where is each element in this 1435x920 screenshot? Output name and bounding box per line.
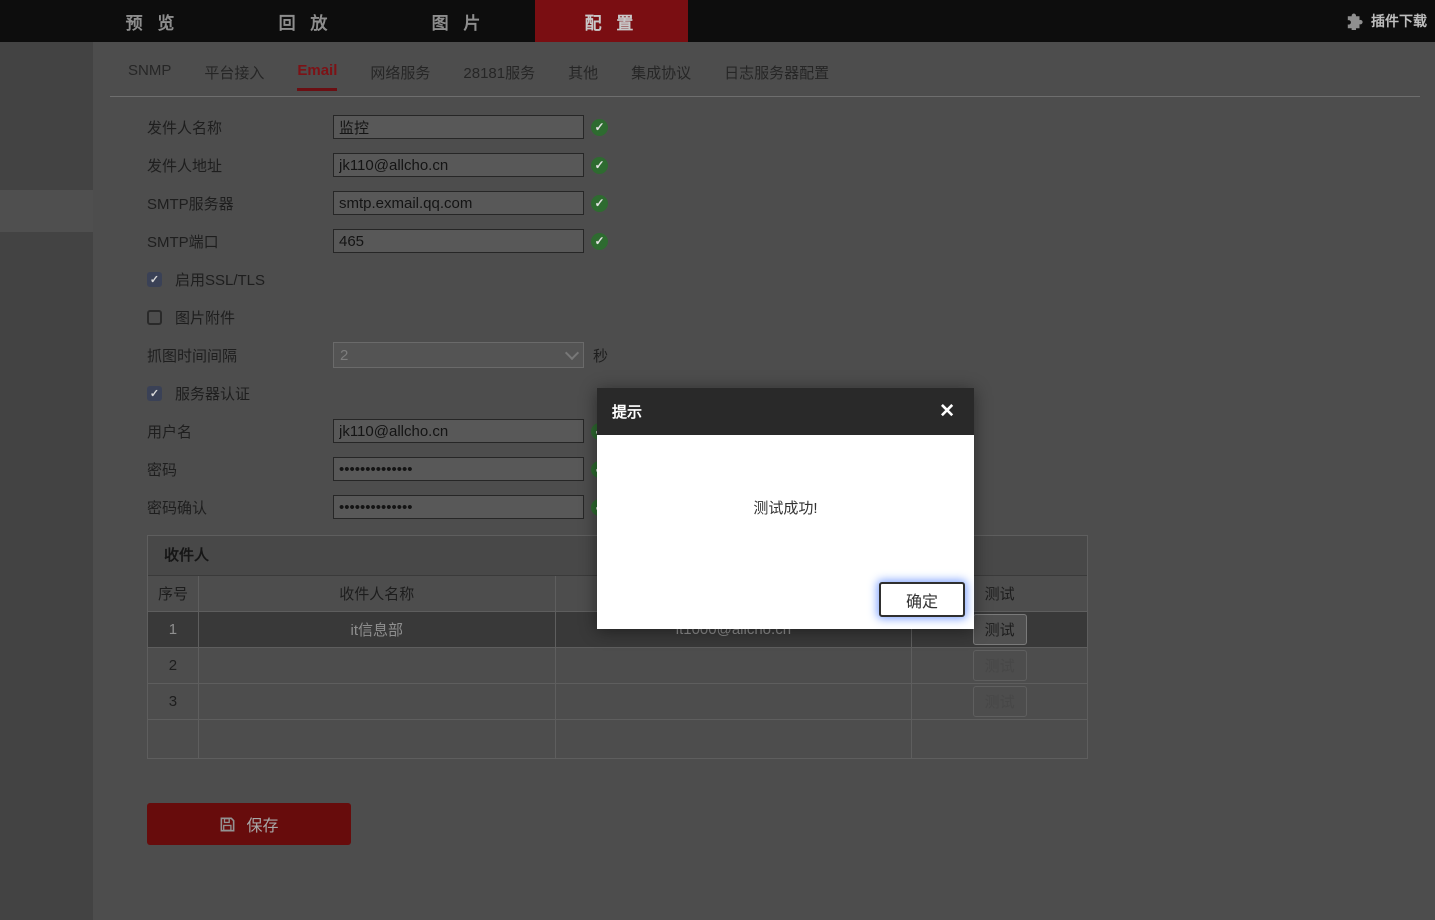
tab-other[interactable]: 其他 xyxy=(568,62,598,92)
plugin-download-link[interactable]: 插件下载 xyxy=(1346,0,1427,42)
row-address xyxy=(554,720,912,758)
form-row-smtp-server: SMTP服务器 ✓ xyxy=(147,184,608,222)
puzzle-icon xyxy=(1346,12,1364,30)
sender-address-label: 发件人地址 xyxy=(147,157,223,175)
form-row-server-auth: ✓ 服务器认证 xyxy=(147,374,608,412)
smtp-port-label: SMTP端口 xyxy=(147,233,219,251)
password-input[interactable] xyxy=(333,457,584,481)
form-row-sender-name: 发件人名称 ✓ xyxy=(147,108,608,146)
sender-address-input[interactable] xyxy=(333,153,584,177)
server-auth-checkbox[interactable]: ✓ xyxy=(147,385,162,401)
valid-check-icon: ✓ xyxy=(591,156,608,174)
password-confirm-label: 密码确认 xyxy=(147,499,208,517)
form-row-smtp-port: SMTP端口 ✓ xyxy=(147,222,608,260)
config-tab-bar: SNMP 平台接入 Email 网络服务 28181服务 其他 集成协议 日志服… xyxy=(110,42,1420,97)
nav-item-picture[interactable]: 图 片 xyxy=(382,0,535,42)
nav-item-preview[interactable]: 预 览 xyxy=(76,0,229,42)
row-seq xyxy=(148,720,198,758)
tab-integration-protocol[interactable]: 集成协议 xyxy=(631,62,691,92)
dialog-header: 提示 ✕ xyxy=(597,388,974,435)
plugin-download-label: 插件下载 xyxy=(1371,13,1427,29)
tab-28181-service[interactable]: 28181服务 xyxy=(463,62,535,92)
valid-check-icon: ✓ xyxy=(591,232,608,250)
row-seq: 1 xyxy=(168,621,178,638)
table-row-2[interactable]: 2 测试 xyxy=(148,647,1087,683)
row-name xyxy=(197,684,555,719)
row-name xyxy=(197,720,555,758)
form-row-password-confirm: 密码确认 ✓ xyxy=(147,488,608,526)
form-row-image-attachment: 图片附件 xyxy=(147,298,608,336)
sidebar-highlight-band xyxy=(0,190,93,232)
smtp-server-input[interactable] xyxy=(333,191,584,215)
save-button-label: 保存 xyxy=(246,818,279,835)
tab-email[interactable]: Email xyxy=(297,62,338,91)
save-button[interactable]: 保存 xyxy=(147,803,351,845)
form-row-username: 用户名 ✓ xyxy=(147,412,608,450)
ssl-label: 启用SSL/TLS xyxy=(175,271,266,289)
password-label: 密码 xyxy=(147,461,178,479)
snapshot-interval-label: 抓图时间间隔 xyxy=(147,347,238,365)
sender-name-input[interactable] xyxy=(333,115,584,139)
dialog-message: 测试成功! xyxy=(753,500,818,517)
left-sidebar xyxy=(0,42,93,920)
form-row-ssl: ✓ 启用SSL/TLS xyxy=(147,260,608,298)
row-address xyxy=(554,684,912,719)
snapshot-interval-select[interactable]: 2 xyxy=(333,342,584,368)
username-input[interactable] xyxy=(333,419,584,443)
tab-log-server-config[interactable]: 日志服务器配置 xyxy=(724,62,829,92)
email-settings-form: 发件人名称 ✓ 发件人地址 ✓ SMTP服务器 ✓ SMTP端口 ✓ ✓ 启用S… xyxy=(147,108,608,526)
row-seq: 2 xyxy=(168,657,178,674)
image-attachment-label: 图片附件 xyxy=(175,309,236,327)
tab-platform-access[interactable]: 平台接入 xyxy=(204,62,264,92)
save-floppy-icon xyxy=(219,816,236,833)
form-row-snapshot-interval: 抓图时间间隔 2 秒 xyxy=(147,336,608,374)
row-name: it信息部 xyxy=(197,612,555,647)
row-address xyxy=(554,648,912,683)
dialog-title: 提示 xyxy=(612,404,643,421)
smtp-port-input[interactable] xyxy=(333,229,584,253)
top-navigation-bar: 预 览 回 放 图 片 配 置 插件下载 xyxy=(0,0,1435,42)
header-seq: 序号 xyxy=(157,586,188,603)
tab-network-service[interactable]: 网络服务 xyxy=(370,62,430,92)
server-auth-label: 服务器认证 xyxy=(175,385,251,403)
chevron-down-icon xyxy=(564,345,580,361)
form-row-sender-address: 发件人地址 ✓ xyxy=(147,146,608,184)
header-name: 收件人名称 xyxy=(197,576,555,611)
test-button-row-1[interactable]: 测试 xyxy=(972,614,1027,645)
table-row-3[interactable]: 3 测试 xyxy=(148,683,1087,719)
username-label: 用户名 xyxy=(147,423,193,441)
table-row-4-empty[interactable] xyxy=(148,719,1087,758)
row-name xyxy=(197,648,555,683)
close-icon[interactable]: ✕ xyxy=(935,400,959,423)
prompt-dialog: 提示 ✕ 测试成功! 确定 xyxy=(597,388,974,629)
image-attachment-checkbox[interactable] xyxy=(147,309,162,325)
nav-items: 预 览 回 放 图 片 配 置 xyxy=(76,0,1435,42)
ok-button[interactable]: 确定 xyxy=(879,582,965,617)
nav-item-config[interactable]: 配 置 xyxy=(535,0,688,42)
row-seq: 3 xyxy=(168,693,178,710)
ssl-checkbox[interactable]: ✓ xyxy=(147,271,162,287)
valid-check-icon: ✓ xyxy=(591,118,608,136)
test-button-row-2[interactable]: 测试 xyxy=(972,650,1027,681)
tab-snmp[interactable]: SNMP xyxy=(128,62,171,88)
password-confirm-input[interactable] xyxy=(333,495,584,519)
nav-item-playback[interactable]: 回 放 xyxy=(229,0,382,42)
valid-check-icon: ✓ xyxy=(591,194,608,212)
smtp-server-label: SMTP服务器 xyxy=(147,195,234,213)
sender-name-label: 发件人名称 xyxy=(147,119,223,137)
snapshot-interval-value: 2 xyxy=(340,346,349,364)
dialog-body: 测试成功! 确定 xyxy=(597,435,974,629)
snapshot-interval-unit: 秒 xyxy=(593,347,609,365)
form-row-password: 密码 ✓ xyxy=(147,450,608,488)
test-button-row-3[interactable]: 测试 xyxy=(972,686,1027,717)
